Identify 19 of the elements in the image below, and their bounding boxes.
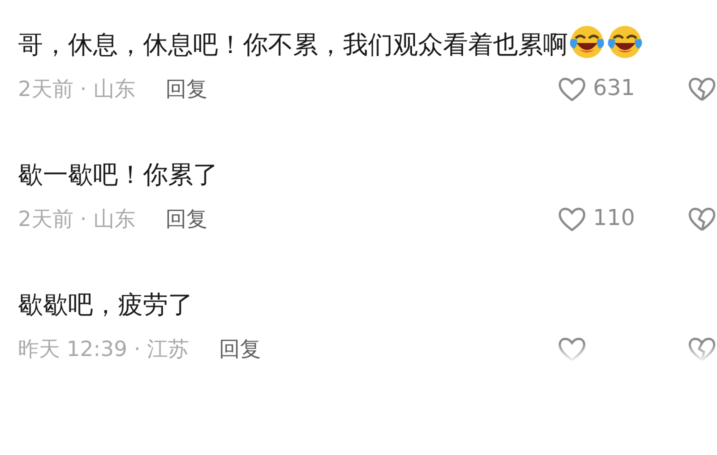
laughing-crying-face-icon [606,23,644,61]
like-count: 631 [593,75,635,103]
comment-time-location: 2天前 · 山东 [18,206,136,233]
reply-link[interactable]: 回复 [165,74,208,104]
heart-icon[interactable] [557,335,587,363]
like-count: 110 [593,205,635,233]
comment-time-location: 昨天 12:39 · 江苏 [18,336,190,363]
broken-heart-icon[interactable] [687,205,717,233]
broken-heart-icon[interactable] [687,335,717,363]
laughing-crying-face-icon [568,23,606,61]
comment-text: 哥，休息，休息吧！你不累，我们观众看着也累啊 [18,20,698,70]
heart-icon[interactable] [557,75,587,103]
comment-text: 歇一歇吧！你累了 [18,159,219,191]
heart-icon[interactable] [557,205,587,233]
comment-time-location: 2天前 · 山东 [18,76,136,103]
broken-heart-icon[interactable] [687,75,717,103]
reply-link[interactable]: 回复 [219,334,262,364]
reply-link[interactable]: 回复 [165,204,208,234]
comment-text: 歇歇吧，疲劳了 [18,289,194,321]
